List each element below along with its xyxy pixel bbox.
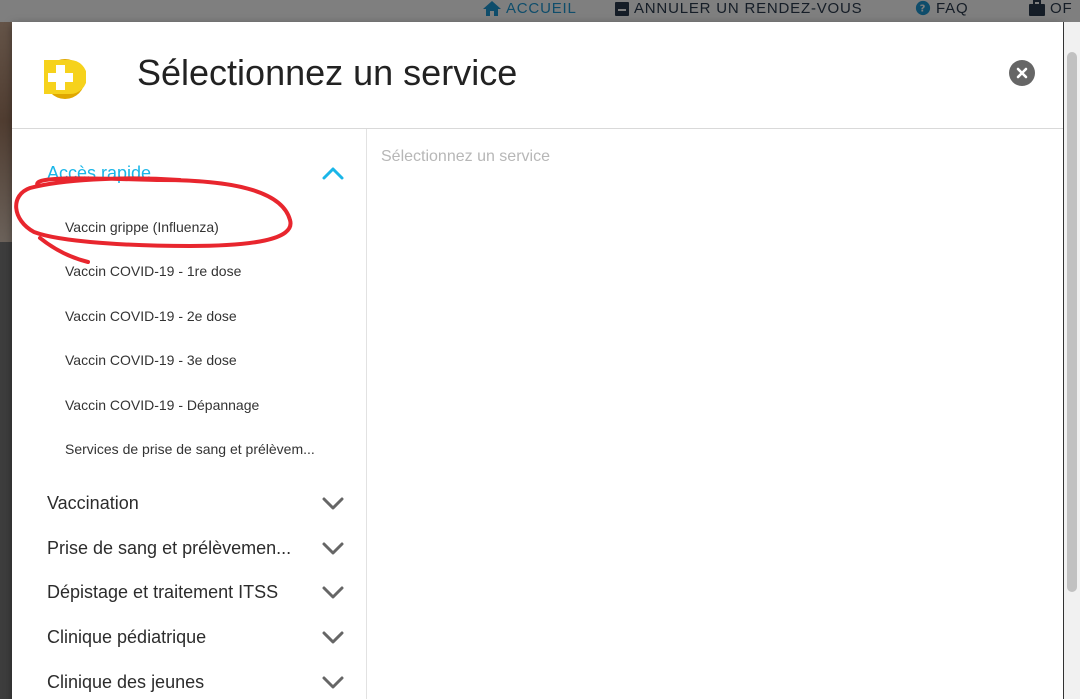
service-item-covid-2e-dose[interactable]: Vaccin COVID-19 - 2e dose (12, 294, 367, 338)
modal-title: Sélectionnez un service (137, 52, 518, 93)
close-icon (1016, 67, 1028, 79)
chevron-up-icon (322, 167, 344, 180)
chevron-down-icon (322, 586, 344, 599)
section-vaccination[interactable]: Vaccination (12, 481, 367, 525)
section-label: Clinique pédiatrique (47, 626, 207, 647)
section-clinique-des-jeunes[interactable]: Clinique des jeunes (12, 660, 367, 699)
service-item-label: Vaccin COVID-19 - 3e dose (65, 352, 237, 368)
content-placeholder: Sélectionnez un service (381, 148, 550, 165)
section-prise-de-sang[interactable]: Prise de sang et prélèvemen... (12, 526, 367, 570)
service-item-label: Vaccin COVID-19 - 1re dose (65, 263, 242, 279)
section-label: Prise de sang et prélèvemen... (47, 537, 292, 558)
section-label: Dépistage et traitement ITSS (47, 581, 279, 602)
service-item-vaccin-grippe[interactable]: Vaccin grippe (Influenza) (12, 205, 367, 249)
scrollbar-thumb[interactable] (1067, 52, 1077, 592)
chevron-down-icon (322, 542, 344, 555)
chevron-down-icon (322, 497, 344, 510)
chevron-down-icon (322, 631, 344, 644)
section-depistage-itss[interactable]: Dépistage et traitement ITSS (12, 570, 367, 614)
page-scrollbar[interactable] (1064, 22, 1080, 699)
service-item-covid-depannage[interactable]: Vaccin COVID-19 - Dépannage (12, 383, 367, 427)
section-acces-rapide[interactable]: Accès rapide (12, 151, 367, 195)
service-sidebar: Accès rapide Vaccin grippe (Influenza) V… (12, 129, 367, 699)
close-button[interactable] (1009, 60, 1035, 86)
service-item-label: Services de prise de sang et prélèvem... (65, 441, 315, 457)
service-item-prise-de-sang[interactable]: Services de prise de sang et prélèvem... (12, 427, 367, 471)
service-item-label: Vaccin COVID-19 - 2e dose (65, 308, 237, 324)
modal-header: Sélectionnez un service (12, 22, 1063, 129)
service-item-label: Vaccin grippe (Influenza) (65, 219, 219, 235)
chevron-down-icon (322, 676, 344, 689)
section-label: Clinique des jeunes (47, 671, 205, 692)
section-label: Vaccination (47, 492, 139, 513)
section-clinique-pediatrique[interactable]: Clinique pédiatrique (12, 615, 367, 659)
service-item-label: Vaccin COVID-19 - Dépannage (65, 397, 260, 413)
service-item-covid-3e-dose[interactable]: Vaccin COVID-19 - 3e dose (12, 338, 367, 382)
health-cross-logo-icon (44, 59, 86, 99)
service-selection-modal: Sélectionnez un service Accès rapide Vac… (12, 22, 1063, 699)
section-label: Accès rapide (47, 162, 152, 183)
service-content-panel: Sélectionnez un service (368, 129, 1063, 699)
service-item-covid-1re-dose[interactable]: Vaccin COVID-19 - 1re dose (12, 249, 367, 293)
